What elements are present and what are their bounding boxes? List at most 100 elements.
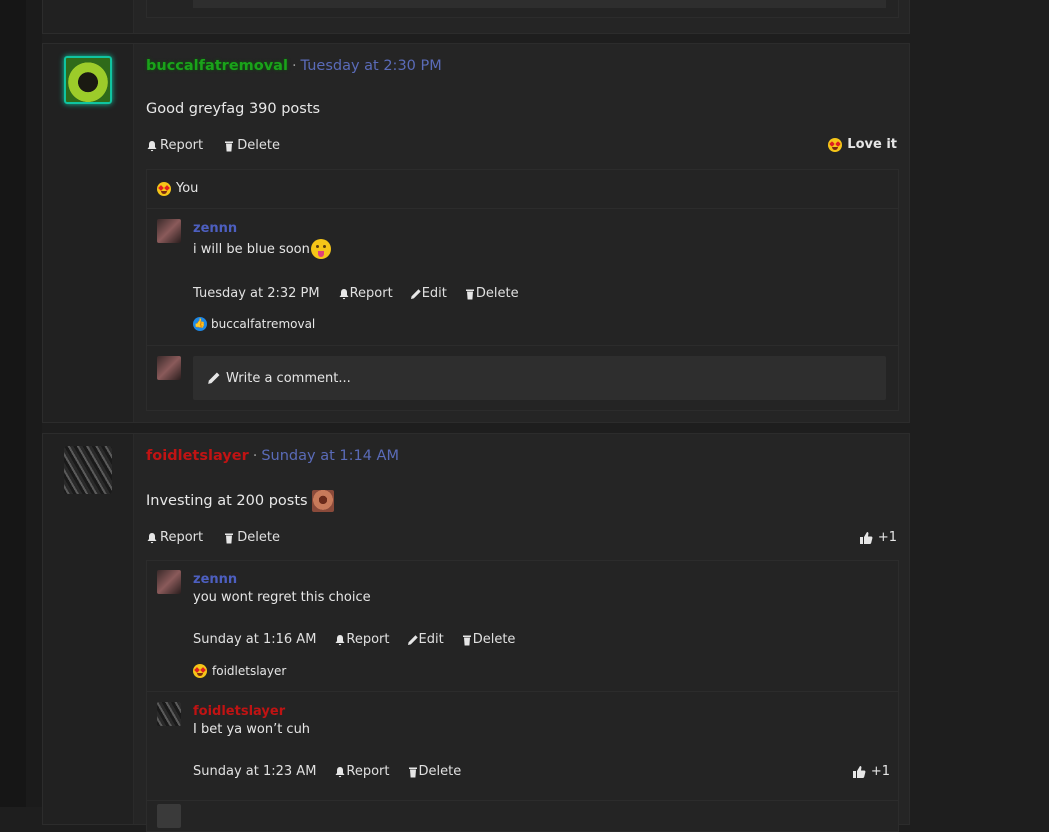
edit-button[interactable]: Edit [407, 632, 444, 647]
delete-button[interactable]: Delete [407, 764, 462, 779]
bell-icon [335, 634, 345, 645]
delete-label: Delete [418, 764, 462, 779]
post-body: buccalfatremoval · Tuesday at 2:30 PM Good… [134, 44, 909, 422]
comment-item [147, 800, 898, 831]
comment-reactions[interactable]: foidletslayer [193, 664, 286, 678]
thumbs-up-icon [859, 531, 873, 544]
comment-text: I bet ya won’t cuh [193, 722, 311, 737]
comment-item: foidletslayer I bet ya won’t cuh Sunday … [147, 691, 898, 800]
delete-label: Delete [237, 138, 280, 153]
star-struck-emoji [828, 137, 843, 152]
post-header: foidletslayer · Sunday at 1:14 AM [146, 448, 399, 464]
report-button[interactable]: Report [338, 286, 393, 301]
like-button[interactable]: +1 [852, 764, 890, 779]
comment-reactions[interactable]: 👍 buccalfatremoval [193, 317, 315, 331]
previous-comment-box [146, 0, 899, 18]
post-body [134, 0, 909, 33]
profile-post: foidletslayer · Sunday at 1:14 AM Investin… [42, 433, 910, 832]
like-count: +1 [870, 764, 890, 779]
comment-section: You zennn i will be blue soon Tuesday at… [146, 169, 899, 411]
report-button[interactable]: Report [146, 138, 203, 153]
post-body: foidletslayer · Sunday at 1:14 AM Investin… [134, 434, 909, 832]
comment-author[interactable]: foidletslayer [193, 704, 285, 719]
post-actions: Report Delete [146, 530, 296, 548]
reaction-user: foidletslayer [212, 664, 287, 678]
custom-emoji-image [311, 490, 334, 512]
delete-button[interactable]: Delete [223, 530, 280, 545]
profile-posts-column: buccalfatremoval · Tuesday at 2:30 PM Good… [42, 0, 910, 832]
report-button[interactable]: Report [334, 632, 390, 647]
post-text: Good greyfag 390 posts [146, 101, 321, 117]
post-text-content: Investing at 200 posts [146, 493, 308, 509]
report-label: Report [346, 764, 390, 779]
post-time[interactable]: Tuesday at 2:30 PM [301, 58, 442, 74]
comment-text-content: i will be blue soon [193, 241, 310, 257]
avatar[interactable] [157, 570, 181, 594]
star-struck-emoji [157, 181, 171, 196]
report-button[interactable]: Report [334, 764, 390, 779]
user-column [43, 0, 134, 33]
reaction-label: Love it [847, 137, 897, 152]
pencil-icon [407, 634, 418, 645]
separator: · [252, 448, 258, 464]
bell-icon [335, 766, 345, 777]
like-icon: 👍 [193, 317, 207, 331]
comment-text: i will be blue soon [193, 239, 331, 259]
star-struck-emoji [193, 664, 207, 678]
user-column [43, 434, 134, 824]
comment-meta: Sunday at 1:16 AM Report Edit Delete [193, 632, 532, 647]
write-comment-placeholder: Write a comment... [226, 370, 351, 386]
comment-author[interactable]: zennn [193, 221, 237, 236]
like-button[interactable]: +1 [859, 530, 897, 545]
trash-icon [225, 141, 234, 151]
edit-label: Edit [418, 632, 444, 647]
avatar[interactable] [157, 219, 181, 243]
left-sidebar-edge [0, 0, 26, 807]
comment-item: zennn you wont regret this choice Sunday… [147, 560, 898, 690]
pencil-icon [208, 372, 220, 384]
report-label: Report [349, 286, 393, 301]
report-label: Report [160, 530, 204, 545]
avatar[interactable] [157, 804, 181, 828]
reaction-button[interactable]: Love it [828, 137, 897, 152]
avatar[interactable] [64, 446, 112, 494]
trash-icon [225, 533, 234, 543]
avatar [157, 356, 181, 380]
post-text: Investing at 200 posts [146, 490, 334, 512]
delete-button[interactable]: Delete [464, 286, 519, 301]
edit-label: Edit [421, 286, 447, 301]
delete-button[interactable]: Delete [223, 138, 280, 153]
report-label: Report [346, 632, 390, 647]
report-button[interactable]: Report [146, 530, 203, 545]
avatar[interactable] [64, 56, 112, 104]
delete-label: Delete [475, 286, 519, 301]
write-comment-remnant [193, 0, 886, 8]
reactions-summary[interactable]: You [157, 181, 198, 196]
comment-author[interactable]: zennn [193, 572, 237, 587]
trash-icon [408, 767, 417, 777]
post-time[interactable]: Sunday at 1:14 AM [261, 448, 399, 464]
comment-meta: Sunday at 1:23 AM Report Delete [193, 764, 478, 779]
comment-time[interactable]: Sunday at 1:23 AM [193, 764, 316, 779]
thumbs-up-icon [852, 765, 866, 778]
comment-time[interactable]: Tuesday at 2:32 PM [193, 286, 320, 301]
edit-button[interactable]: Edit [410, 286, 447, 301]
write-comment-input[interactable]: Write a comment... [193, 356, 886, 400]
comment-text: you wont regret this choice [193, 590, 371, 605]
bell-icon [147, 140, 157, 151]
delete-button[interactable]: Delete [461, 632, 515, 647]
comment-section: zennn you wont regret this choice Sunday… [146, 560, 899, 832]
author-name[interactable]: foidletslayer [146, 448, 249, 464]
sidebar-divider [26, 0, 42, 807]
avatar[interactable] [157, 702, 181, 726]
user-column [43, 44, 134, 422]
like-count: +1 [877, 530, 897, 545]
author-name[interactable]: buccalfatremoval [146, 58, 288, 74]
write-comment-row: Write a comment... [147, 345, 898, 411]
separator: · [291, 58, 297, 74]
pencil-icon [410, 288, 421, 299]
delete-label: Delete [237, 530, 280, 545]
previous-post-remnant [42, 0, 910, 34]
comment-time[interactable]: Sunday at 1:16 AM [193, 632, 316, 647]
post-header: buccalfatremoval · Tuesday at 2:30 PM [146, 58, 442, 74]
